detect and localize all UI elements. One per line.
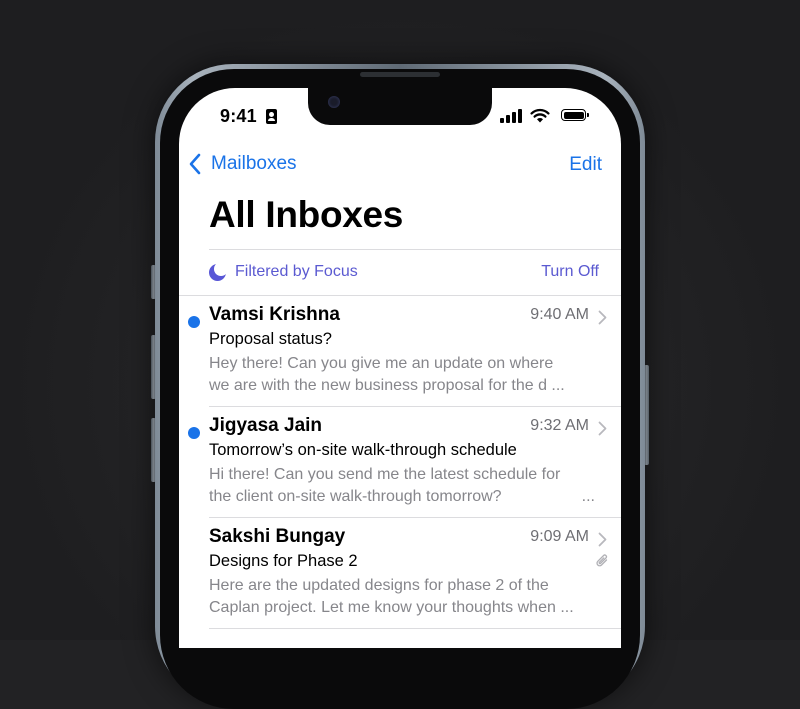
cellular-signal-icon (500, 109, 524, 123)
message-row[interactable]: Vamsi Krishna 9:40 AM Proposal status? H… (179, 296, 621, 406)
preview-ellipsis: ... (581, 488, 595, 505)
message-row[interactable]: Sakshi Bungay 9:09 AM Designs for Phase … (179, 518, 621, 628)
focus-filter-bar: Filtered by Focus Turn Off (209, 249, 599, 295)
back-label: Mailboxes (211, 153, 297, 174)
message-time: 9:32 AM (530, 417, 589, 434)
preview-line: Hi there! Can you send me the latest sch… (209, 466, 561, 483)
moon-icon (209, 261, 228, 281)
message-preview: Hi there! Can you send me the latest sch… (209, 464, 599, 508)
phone-screen: 9:41 Mailboxes Edit All Inboxes Filtered… (179, 88, 621, 648)
message-subject: Proposal status? (209, 330, 332, 348)
message-preview: Here are the updated designs for phase 2… (209, 575, 599, 619)
chevron-right-icon (598, 310, 607, 325)
status-time: 9:41 (220, 106, 257, 126)
back-to-mailboxes-button[interactable]: Mailboxes (187, 152, 297, 176)
earpiece-speaker (360, 72, 440, 77)
page-title: All Inboxes (209, 194, 404, 235)
preview-line: the client on-site walk-through tomorrow… (209, 486, 599, 508)
message-subject: Tomorrow’s on-site walk-through schedule (209, 441, 517, 459)
unread-indicator (188, 427, 200, 439)
message-time: 9:40 AM (530, 306, 589, 323)
message-preview: Hey there! Can you give me an update on … (209, 353, 599, 397)
sender-name: Jigyasa Jain (209, 415, 323, 436)
chevron-left-icon (189, 153, 201, 175)
chevron-right-icon (598, 421, 607, 436)
sender-name: Vamsi Krishna (209, 304, 340, 325)
preview-line-text: the client on-site walk-through tomorrow… (209, 488, 502, 505)
battery-icon (561, 109, 589, 121)
front-camera (328, 96, 340, 108)
message-row[interactable]: Jigyasa Jain 9:32 AM Tomorrow’s on-site … (179, 407, 621, 517)
message-time: 9:09 AM (530, 528, 589, 545)
notch (308, 88, 492, 125)
preview-line: Caplan project. Let me know your thought… (209, 599, 574, 616)
preview-line: we are with the new business proposal fo… (209, 377, 565, 394)
divider (209, 628, 621, 629)
focus-filter-label: Filtered by Focus (235, 263, 358, 280)
edit-button[interactable]: Edit (569, 154, 602, 176)
sender-name: Sakshi Bungay (209, 526, 346, 547)
wifi-icon (530, 108, 550, 123)
unread-indicator (188, 316, 200, 328)
preview-line: Hey there! Can you give me an update on … (209, 355, 554, 372)
contact-card-icon (266, 109, 277, 124)
preview-line: Here are the updated designs for phase 2… (209, 577, 549, 594)
turn-off-focus-button[interactable]: Turn Off (541, 263, 599, 281)
paperclip-icon (596, 554, 608, 567)
chevron-right-icon (598, 532, 607, 547)
message-subject: Designs for Phase 2 (209, 552, 358, 570)
